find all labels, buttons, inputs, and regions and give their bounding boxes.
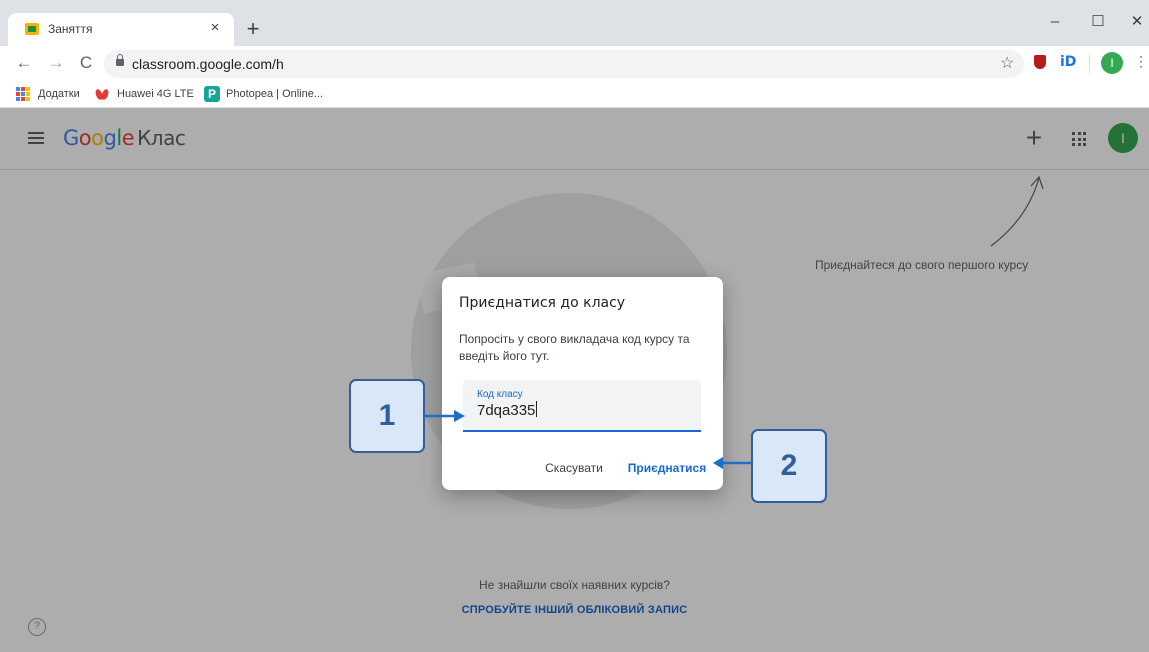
bookmark-photopea[interactable]: Photopea | Online...: [226, 88, 323, 100]
callout-step-1: 1: [349, 379, 425, 453]
tab-title: Заняття: [48, 22, 93, 36]
tab-close-icon[interactable]: ×: [204, 17, 226, 39]
reload-icon[interactable]: C: [74, 51, 98, 75]
cancel-button[interactable]: Скасувати: [534, 457, 614, 479]
callout-arrow-1-icon: [424, 410, 465, 422]
bookmark-star-icon[interactable]: ☆: [1000, 53, 1014, 73]
browser-toolbar: ← → C classroom.google.com/h ☆ iD I ⋮: [0, 46, 1149, 82]
new-tab-button[interactable]: +: [240, 17, 266, 43]
huawei-icon: [96, 89, 110, 100]
dialog-description: Попросіть у свого викладача код курсу та…: [459, 332, 690, 363]
class-code-label: Код класу: [477, 389, 523, 400]
minimize-button[interactable]: –: [1040, 10, 1070, 34]
browser-profile-avatar[interactable]: I: [1101, 52, 1123, 74]
id-extension-icon[interactable]: iD: [1060, 54, 1076, 70]
callout-arrow-2-icon: [713, 457, 753, 469]
forward-arrow-icon[interactable]: →: [44, 51, 68, 75]
class-code-input[interactable]: 7dqa335: [477, 401, 538, 419]
lock-icon: [116, 54, 124, 66]
apps-grid-icon[interactable]: [16, 87, 30, 101]
class-code-field[interactable]: Код класу 7dqa335: [463, 380, 701, 432]
dialog-title: Приєднатися до класу: [459, 295, 626, 311]
callout-step-2: 2: [751, 429, 827, 503]
bookmark-apps[interactable]: Додатки: [38, 88, 80, 100]
browser-menu-icon[interactable]: ⋮: [1134, 53, 1148, 70]
browser-tab[interactable]: Заняття ×: [8, 13, 234, 46]
bookmarks-bar: Додатки Huawei 4G LTE P Photopea | Onlin…: [0, 82, 1149, 108]
back-arrow-icon[interactable]: ←: [12, 51, 36, 75]
maximize-button[interactable]: ☐: [1083, 10, 1113, 34]
ublock-extension-icon[interactable]: [1034, 55, 1046, 69]
tab-strip: Заняття × + – ☐ ✕: [0, 0, 1149, 46]
window-close-button[interactable]: ✕: [1122, 10, 1149, 34]
address-bar[interactable]: classroom.google.com/h: [104, 50, 1024, 78]
toolbar-separator: [1089, 55, 1090, 73]
bookmark-huawei[interactable]: Huawei 4G LTE: [117, 88, 194, 100]
classroom-favicon-icon: [25, 23, 39, 35]
join-class-dialog: Приєднатися до класу Попросіть у свого в…: [442, 277, 723, 490]
classroom-page: Google Клас + I Приєднайтеся до свого пер…: [0, 108, 1149, 652]
photopea-icon: P: [204, 86, 220, 102]
join-button[interactable]: Приєднатися: [622, 457, 712, 479]
url-text[interactable]: classroom.google.com/h: [132, 56, 284, 72]
